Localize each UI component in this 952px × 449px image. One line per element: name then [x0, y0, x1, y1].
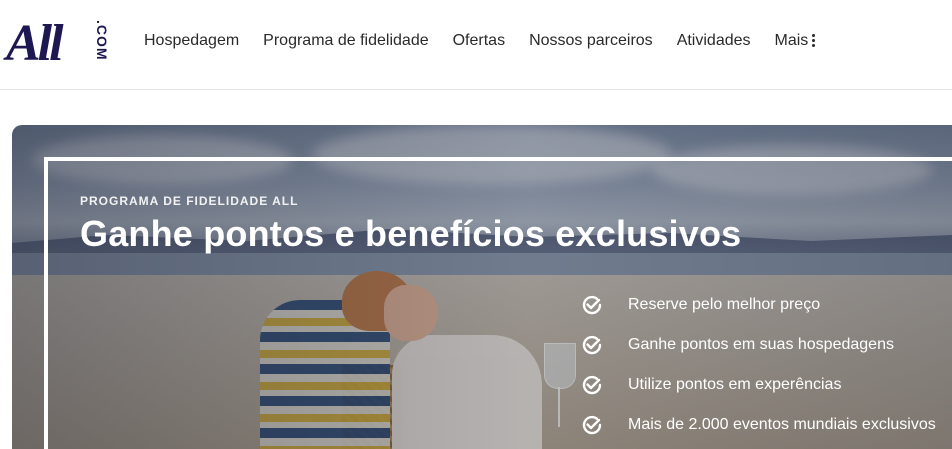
hero-eyebrow: PROGRAMA DE FIDELIDADE ALL [80, 194, 299, 208]
nav-item-programa-de-fidelidade[interactable]: Programa de fidelidade [263, 31, 428, 51]
loyalty-hero-banner[interactable]: PROGRAMA DE FIDELIDADE ALL Ganhe pontos … [12, 125, 952, 449]
logo-suffix: .COM [90, 18, 114, 66]
list-item: Utilize pontos em experências [580, 365, 936, 405]
check-circle-icon [582, 375, 602, 395]
nav-item-nossos-parceiros[interactable]: Nossos parceiros [529, 31, 653, 51]
nav-item-ofertas[interactable]: Ofertas [453, 31, 505, 51]
check-circle-icon [582, 415, 602, 435]
logo-wordmark: All [6, 15, 64, 72]
kebab-menu-icon [812, 34, 816, 48]
top-navigation-bar: All .COM Hospedagem Programa de fidelida… [0, 0, 952, 90]
list-item: Reserve pelo melhor preço [580, 285, 936, 325]
list-item: Mais de 2.000 eventos mundiais exclusivo… [580, 405, 936, 445]
check-circle-icon [582, 335, 602, 355]
benefit-label: Mais de 2.000 eventos mundiais exclusivo… [628, 416, 936, 433]
nav-item-atividades[interactable]: Atividades [677, 31, 751, 51]
benefits-list: Reserve pelo melhor preço Ganhe pontos e… [580, 285, 936, 445]
nav-more-button[interactable]: Mais [775, 31, 816, 51]
list-item: Ganhe pontos em suas hospedagens [580, 325, 936, 365]
main-nav: Hospedagem Programa de fidelidade Oferta… [144, 31, 839, 51]
benefit-label: Ganhe pontos em suas hospedagens [628, 336, 894, 353]
nav-more-label: Mais [774, 32, 809, 49]
all-com-logo[interactable]: All .COM [6, 14, 112, 74]
hero-headline: Ganhe pontos e benefícios exclusivos [80, 213, 742, 254]
check-circle-icon [582, 295, 602, 315]
benefit-label: Utilize pontos em experências [628, 376, 842, 393]
nav-item-hospedagem[interactable]: Hospedagem [144, 31, 239, 51]
benefit-label: Reserve pelo melhor preço [628, 296, 821, 313]
logo-suffix-text: .COM [94, 20, 110, 61]
